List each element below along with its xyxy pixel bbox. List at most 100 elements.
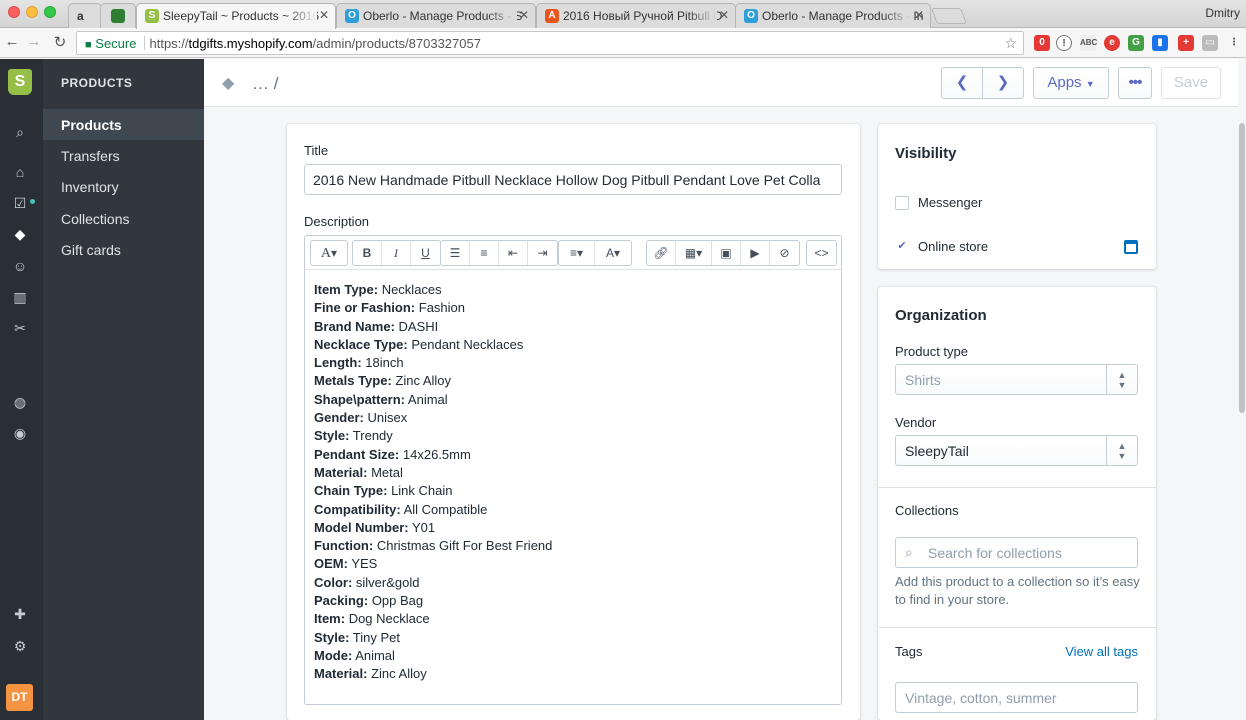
app-green-icon [111, 9, 125, 23]
collections-search-input[interactable]: ⌕ Search for collections [895, 537, 1138, 568]
address-bar[interactable]: ■ Secure https://tdgifts.myshopify.com/ad… [76, 31, 1024, 55]
forward-icon[interactable]: → [24, 33, 44, 50]
extension-icon[interactable]: 0 [1034, 35, 1050, 51]
html-source-button[interactable]: <> [807, 241, 836, 265]
settings-gear-icon[interactable]: ⚙ [11, 637, 29, 655]
save-button[interactable]: Save [1161, 67, 1221, 99]
sidebar-item-collections[interactable]: Collections [43, 203, 204, 234]
discounts-icon[interactable]: ✂ [11, 319, 29, 337]
description-value: Opp Bag [371, 593, 424, 609]
browser-tab-aliexpress[interactable]: A 2016 Новый Ручной Pitbull О ✕ [536, 3, 736, 28]
calendar-icon[interactable] [1124, 240, 1138, 254]
sidebar-item-gift-cards[interactable]: Gift cards [43, 234, 204, 265]
insert-table-dropdown[interactable]: ▦▾ [676, 241, 712, 265]
description-value: Trendy [352, 428, 393, 444]
collections-help-text: Add this product to a collection so it’s… [895, 574, 1140, 607]
plus-extension-icon[interactable]: + [1178, 35, 1194, 51]
abp-extension-icon[interactable]: ABC [1080, 35, 1097, 51]
lastpass-extension-icon[interactable]: e [1104, 35, 1120, 51]
sidebar-item-products[interactable]: Products [43, 109, 204, 140]
description-line: Chain Type: Link Chain [314, 482, 832, 500]
sidebar-item-inventory[interactable]: Inventory [43, 171, 204, 202]
vendor-input[interactable]: SleepyTail ▲ ▼ [895, 435, 1138, 466]
avatar[interactable]: DT [6, 684, 33, 711]
bookmark-extension-icon[interactable]: ▮ [1152, 35, 1168, 51]
menu-kebab-icon[interactable]: ⋮ [1226, 35, 1242, 51]
lock-icon: ■ [85, 39, 92, 51]
browser-tab-shopify[interactable]: S SleepyTail ~ Products ~ 2016 ✕ [136, 3, 336, 29]
new-tab-button[interactable] [931, 8, 967, 24]
app-icon-bar: S ⌕ ⌂ ☑ ◆ ☺ ▥ ✂ ◍ ◉ ✚ ⚙ DT [0, 59, 43, 720]
description-line: Compatibility: All Compatible [314, 501, 832, 519]
description-value: Tiny Pet [352, 629, 400, 645]
browser-tab-amazon[interactable]: a [68, 3, 102, 28]
description-line: Mode: Animal [314, 647, 832, 665]
description-value: Unisex [367, 410, 408, 426]
font-style-dropdown[interactable]: A▾ [311, 241, 347, 265]
close-window-button[interactable] [8, 6, 20, 18]
select-arrows-icon: ▲ ▼ [1106, 365, 1137, 394]
online-store-icon[interactable]: ◍ [11, 393, 29, 411]
apps-dropdown-button[interactable]: Apps ▼ [1033, 67, 1109, 99]
close-tab-icon[interactable]: ✕ [519, 8, 529, 22]
search-icon[interactable]: ⌕ [11, 123, 29, 141]
product-type-input[interactable]: Shirts ▲ ▼ [895, 364, 1138, 395]
description-key: Compatibility: [314, 501, 401, 517]
messenger-checkbox[interactable] [895, 196, 909, 210]
chevron-left-icon: ❮ [955, 74, 969, 91]
scrollbar-thumb[interactable] [1239, 123, 1245, 413]
insert-link-button[interactable]: 🔗︎ [647, 241, 676, 265]
reports-icon[interactable]: ▥ [11, 288, 29, 306]
amazon-icon: a [77, 9, 84, 23]
back-icon[interactable]: ← [2, 33, 22, 50]
maximize-window-button[interactable] [44, 6, 56, 18]
previous-product-button[interactable]: ❮ [941, 67, 983, 99]
browser-profile-name[interactable]: Dmitry [1205, 6, 1240, 20]
browser-tab-app[interactable] [100, 3, 136, 28]
breadcrumb[interactable]: … / [252, 74, 278, 94]
browser-tab-oberlo[interactable]: O Oberlo - Manage Products - S ✕ [336, 3, 536, 28]
orders-icon[interactable]: ☑ [11, 194, 29, 212]
title-input[interactable]: 2016 New Handmade Pitbull Necklace Hollo… [304, 164, 842, 195]
shopify-logo-icon[interactable]: S [8, 69, 32, 95]
outdent-button[interactable]: ⇤ [499, 241, 528, 265]
browser-tab-oberlo-2[interactable]: O Oberlo - Manage Products - In ✕ [735, 3, 931, 28]
align-dropdown[interactable]: ≡▾ [559, 241, 595, 265]
tags-input[interactable]: Vintage, cotton, summer [895, 682, 1138, 713]
clear-formatting-button[interactable]: ⊘ [770, 241, 799, 265]
italic-button[interactable]: I [382, 241, 411, 265]
page-scrollbar[interactable] [1238, 59, 1246, 720]
description-key: Shape\pattern: [314, 391, 406, 407]
translate-extension-icon[interactable]: G [1128, 35, 1144, 51]
minimize-window-button[interactable] [26, 6, 38, 18]
next-product-button[interactable]: ❯ [982, 67, 1024, 99]
customers-icon[interactable]: ☺ [11, 257, 29, 275]
bookmark-star-icon[interactable]: ☆ [1004, 35, 1017, 52]
sidebar-item-transfers[interactable]: Transfers [43, 140, 204, 171]
description-value: Animal [355, 647, 395, 663]
info-extension-icon[interactable]: ! [1056, 35, 1072, 51]
numbered-list-button[interactable]: ≡ [470, 241, 499, 265]
home-icon[interactable]: ⌂ [11, 163, 29, 181]
insert-video-button[interactable]: ▶ [741, 241, 770, 265]
apps-icon[interactable]: ✚ [11, 605, 29, 623]
reload-icon[interactable]: ↻ [50, 33, 70, 51]
text-color-dropdown[interactable]: A▾ [595, 241, 631, 265]
messenger-icon[interactable]: ◉ [11, 424, 29, 442]
products-tag-icon[interactable]: ◆ [11, 225, 29, 243]
more-actions-button[interactable]: ••• [1118, 67, 1152, 99]
insert-image-button[interactable]: ▣ [712, 241, 741, 265]
indent-button[interactable]: ⇥ [528, 241, 557, 265]
bold-button[interactable]: B [353, 241, 382, 265]
bullet-list-button[interactable]: ☰ [441, 241, 470, 265]
close-tab-icon[interactable]: ✕ [914, 8, 924, 22]
description-line: Material: Zinc Alloy [314, 665, 832, 683]
close-tab-icon[interactable]: ✕ [319, 8, 329, 22]
underline-button[interactable]: U [411, 241, 440, 265]
notification-dot [30, 199, 35, 204]
online-store-checkbox[interactable]: ✔ [895, 240, 909, 254]
cast-extension-icon[interactable]: ▭ [1202, 35, 1218, 51]
description-editor[interactable]: Item Type: Necklaces Fine or Fashion: Fas… [304, 270, 842, 705]
view-all-tags-link[interactable]: View all tags [1065, 644, 1138, 659]
close-tab-icon[interactable]: ✕ [719, 8, 729, 22]
